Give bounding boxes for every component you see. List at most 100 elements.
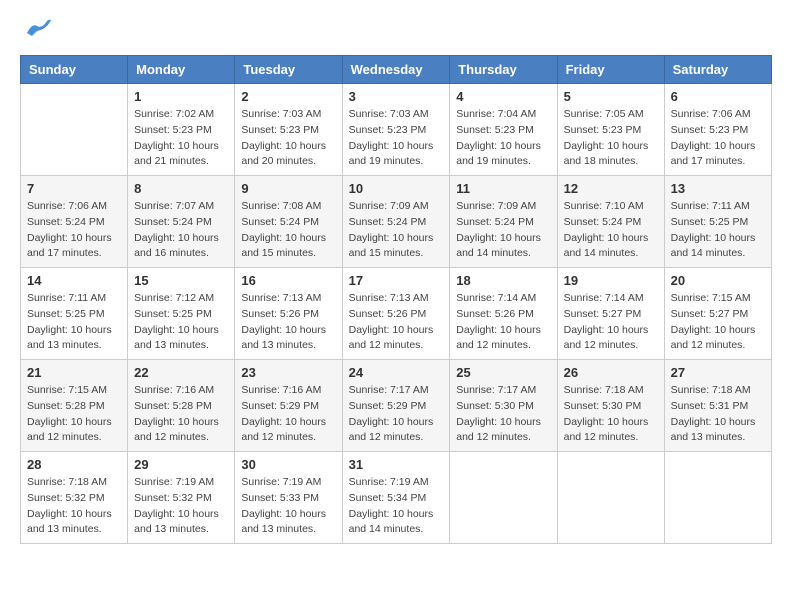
day-info: Sunrise: 7:14 AMSunset: 5:26 PMDaylight:… [456,291,550,354]
day-number: 11 [456,181,550,196]
day-info: Sunrise: 7:19 AMSunset: 5:33 PMDaylight:… [241,475,335,538]
calendar-cell: 22 Sunrise: 7:16 AMSunset: 5:28 PMDayligh… [128,360,235,452]
day-info: Sunrise: 7:02 AMSunset: 5:23 PMDaylight:… [134,107,228,170]
header-thursday: Thursday [450,56,557,84]
day-info: Sunrise: 7:10 AMSunset: 5:24 PMDaylight:… [564,199,658,262]
day-info: Sunrise: 7:11 AMSunset: 5:25 PMDaylight:… [671,199,765,262]
day-info: Sunrise: 7:03 AMSunset: 5:23 PMDaylight:… [241,107,335,170]
logo-bird-icon [22,18,52,38]
calendar-cell: 4 Sunrise: 7:04 AMSunset: 5:23 PMDaylight… [450,84,557,176]
day-number: 13 [671,181,765,196]
calendar-cell [21,84,128,176]
day-number: 3 [349,89,444,104]
day-number: 23 [241,365,335,380]
day-number: 29 [134,457,228,472]
calendar-cell: 19Sunrise: 7:14 AMSunset: 5:27 PMDayligh… [557,268,664,360]
header-tuesday: Tuesday [235,56,342,84]
day-number: 16 [241,273,335,288]
calendar-cell: 2Sunrise: 7:03 AMSunset: 5:23 PMDaylight… [235,84,342,176]
day-info: Sunrise: 7:06 AMSunset: 5:24 PMDaylight:… [27,199,121,262]
day-info: Sunrise: 7:11 AMSunset: 5:25 PMDaylight:… [27,291,121,354]
day-info: Sunrise: 7:17 AMSunset: 5:29 PMDaylight:… [349,383,444,446]
day-info: Sunrise: 7:03 AMSunset: 5:23 PMDaylight:… [349,107,444,170]
day-info: Sunrise: 7:19 AMSunset: 5:32 PMDaylight:… [134,475,228,538]
calendar-cell: 20 Sunrise: 7:15 AMSunset: 5:27 PMDayligh… [664,268,771,360]
day-number: 14 [27,273,121,288]
day-number: 22 [134,365,228,380]
calendar-cell: 7 Sunrise: 7:06 AMSunset: 5:24 PMDaylight… [21,176,128,268]
week-row-4: 21 Sunrise: 7:15 AMSunset: 5:28 PMDayligh… [21,360,772,452]
day-number: 19 [564,273,658,288]
week-row-1: 1 Sunrise: 7:02 AMSunset: 5:23 PMDaylight… [21,84,772,176]
day-number: 17 [349,273,444,288]
day-info: Sunrise: 7:07 AMSunset: 5:24 PMDaylight:… [134,199,228,262]
day-info: Sunrise: 7:09 AMSunset: 5:24 PMDaylight:… [456,199,550,262]
header-saturday: Saturday [664,56,771,84]
day-info: Sunrise: 7:12 AMSunset: 5:25 PMDaylight:… [134,291,228,354]
day-info: Sunrise: 7:16 AMSunset: 5:29 PMDaylight:… [241,383,335,446]
calendar-cell: 16Sunrise: 7:13 AMSunset: 5:26 PMDayligh… [235,268,342,360]
day-number: 7 [27,181,121,196]
calendar-cell: 18 Sunrise: 7:14 AMSunset: 5:26 PMDayligh… [450,268,557,360]
calendar-cell: 12 Sunrise: 7:10 AMSunset: 5:24 PMDayligh… [557,176,664,268]
calendar-cell [450,452,557,544]
calendar-cell: 1 Sunrise: 7:02 AMSunset: 5:23 PMDaylight… [128,84,235,176]
day-number: 9 [241,181,335,196]
calendar-cell: 30 Sunrise: 7:19 AMSunset: 5:33 PMDayligh… [235,452,342,544]
day-number: 25 [456,365,550,380]
calendar-cell: 5Sunrise: 7:05 AMSunset: 5:23 PMDaylight… [557,84,664,176]
week-row-3: 14 Sunrise: 7:11 AMSunset: 5:25 PMDayligh… [21,268,772,360]
calendar-cell: 10 Sunrise: 7:09 AMSunset: 5:24 PMDayligh… [342,176,450,268]
logo [20,20,52,45]
day-number: 30 [241,457,335,472]
calendar-cell: 11 Sunrise: 7:09 AMSunset: 5:24 PMDayligh… [450,176,557,268]
day-info: Sunrise: 7:15 AMSunset: 5:28 PMDaylight:… [27,383,121,446]
calendar-cell: 17 Sunrise: 7:13 AMSunset: 5:26 PMDayligh… [342,268,450,360]
calendar-cell: 23 Sunrise: 7:16 AMSunset: 5:29 PMDayligh… [235,360,342,452]
day-info: Sunrise: 7:09 AMSunset: 5:24 PMDaylight:… [349,199,444,262]
calendar-cell: 31Sunrise: 7:19 AMSunset: 5:34 PMDayligh… [342,452,450,544]
calendar-cell: 15 Sunrise: 7:12 AMSunset: 5:25 PMDayligh… [128,268,235,360]
calendar-cell: 13 Sunrise: 7:11 AMSunset: 5:25 PMDayligh… [664,176,771,268]
calendar-cell: 27 Sunrise: 7:18 AMSunset: 5:31 PMDayligh… [664,360,771,452]
day-number: 26 [564,365,658,380]
day-number: 6 [671,89,765,104]
day-info: Sunrise: 7:04 AMSunset: 5:23 PMDaylight:… [456,107,550,170]
calendar-cell: 21 Sunrise: 7:15 AMSunset: 5:28 PMDayligh… [21,360,128,452]
calendar-cell: 8 Sunrise: 7:07 AMSunset: 5:24 PMDaylight… [128,176,235,268]
day-info: Sunrise: 7:13 AMSunset: 5:26 PMDaylight:… [349,291,444,354]
day-info: Sunrise: 7:18 AMSunset: 5:32 PMDaylight:… [27,475,121,538]
day-number: 20 [671,273,765,288]
page-header [20,20,772,45]
calendar-cell [557,452,664,544]
day-info: Sunrise: 7:17 AMSunset: 5:30 PMDaylight:… [456,383,550,446]
calendar-cell: 28 Sunrise: 7:18 AMSunset: 5:32 PMDayligh… [21,452,128,544]
day-info: Sunrise: 7:15 AMSunset: 5:27 PMDaylight:… [671,291,765,354]
calendar-cell: 25 Sunrise: 7:17 AMSunset: 5:30 PMDayligh… [450,360,557,452]
week-row-5: 28 Sunrise: 7:18 AMSunset: 5:32 PMDayligh… [21,452,772,544]
day-number: 4 [456,89,550,104]
day-info: Sunrise: 7:08 AMSunset: 5:24 PMDaylight:… [241,199,335,262]
calendar-cell: 24 Sunrise: 7:17 AMSunset: 5:29 PMDayligh… [342,360,450,452]
header-monday: Monday [128,56,235,84]
day-number: 12 [564,181,658,196]
day-number: 21 [27,365,121,380]
day-info: Sunrise: 7:05 AMSunset: 5:23 PMDaylight:… [564,107,658,170]
day-number: 28 [27,457,121,472]
day-number: 8 [134,181,228,196]
day-number: 15 [134,273,228,288]
calendar-cell: 14 Sunrise: 7:11 AMSunset: 5:25 PMDayligh… [21,268,128,360]
day-number: 27 [671,365,765,380]
header-friday: Friday [557,56,664,84]
day-number: 24 [349,365,444,380]
day-info: Sunrise: 7:16 AMSunset: 5:28 PMDaylight:… [134,383,228,446]
day-number: 18 [456,273,550,288]
header-row: SundayMondayTuesdayWednesdayThursdayFrid… [21,56,772,84]
calendar-cell: 6Sunrise: 7:06 AMSunset: 5:23 PMDaylight… [664,84,771,176]
day-info: Sunrise: 7:19 AMSunset: 5:34 PMDaylight:… [349,475,444,538]
day-info: Sunrise: 7:18 AMSunset: 5:31 PMDaylight:… [671,383,765,446]
week-row-2: 7 Sunrise: 7:06 AMSunset: 5:24 PMDaylight… [21,176,772,268]
day-number: 1 [134,89,228,104]
day-number: 10 [349,181,444,196]
calendar-cell: 26Sunrise: 7:18 AMSunset: 5:30 PMDayligh… [557,360,664,452]
